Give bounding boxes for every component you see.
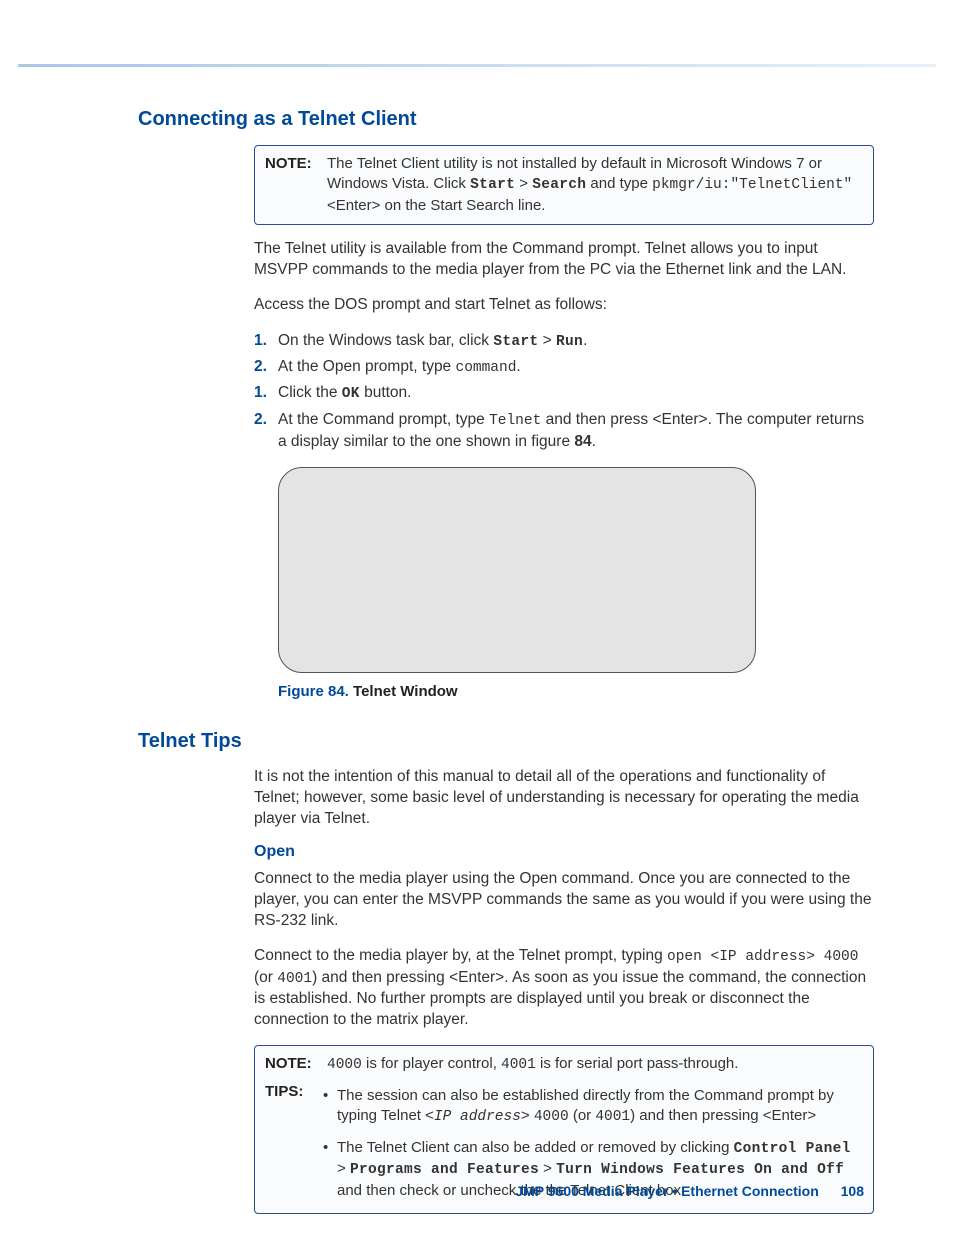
note-text-c: <Enter> on the Start Search line. <box>327 197 545 214</box>
content-area: Connecting as a Telnet Client NOTE: The … <box>138 108 878 1214</box>
t: Telnet <box>489 413 541 429</box>
t: (or <box>569 1107 596 1124</box>
step-num: 1. <box>254 382 278 404</box>
t: command <box>456 360 517 376</box>
paragraph-open-1: Connect to the media player using the Op… <box>254 869 874 932</box>
t: Run <box>556 334 583 350</box>
paragraph-tips-intro: It is not the intention of this manual t… <box>254 767 874 830</box>
t: On the Windows task bar, click <box>278 332 493 349</box>
t: . <box>592 433 596 450</box>
t: is for player control, <box>362 1055 501 1072</box>
note-box-1: NOTE: The Telnet Client utility is not i… <box>254 145 874 225</box>
top-rule <box>18 64 936 67</box>
t: > <box>337 1160 350 1177</box>
t: OK <box>342 386 360 402</box>
t: 4000 <box>534 1109 569 1125</box>
tips-label: TIPS: <box>265 1082 323 1205</box>
step-text: At the Command prompt, type Telnet and t… <box>278 409 874 453</box>
note-text-b: and type <box>586 175 652 192</box>
t: Connect to the media player by, at the T… <box>254 947 667 964</box>
note-search: Search <box>532 177 586 193</box>
bullet-icon: • <box>323 1086 337 1128</box>
t: 84 <box>574 433 591 450</box>
step-text: Click the OK button. <box>278 382 874 404</box>
step-3: 1. Click the OK button. <box>254 382 874 404</box>
t: Click the <box>278 384 342 401</box>
bullet-icon: • <box>323 1138 337 1201</box>
section-heading-telnet-tips: Telnet Tips <box>138 730 878 753</box>
t: Turn Windows Features On and Off <box>556 1162 844 1178</box>
step-text: At the Open prompt, type command. <box>278 356 874 378</box>
t: 4001 <box>277 971 312 987</box>
step-2: 2. At the Open prompt, type command. <box>254 356 874 378</box>
step-4: 2. At the Command prompt, type Telnet an… <box>254 409 874 453</box>
note-label-2: NOTE: <box>265 1054 327 1076</box>
note-gt: > <box>515 175 532 192</box>
t: 4001 <box>595 1109 630 1125</box>
t: Control Panel <box>734 1141 851 1157</box>
t: Start <box>493 334 538 350</box>
paragraph-intro-2: Access the DOS prompt and start Telnet a… <box>254 295 874 316</box>
t: button. <box>360 384 412 401</box>
step-1: 1. On the Windows task bar, click Start … <box>254 330 874 352</box>
t: > <box>538 332 556 349</box>
footer-text: JMP 9600 Media Player • Ethernet Connect… <box>515 1183 818 1199</box>
t: 4001 <box>501 1057 536 1073</box>
figure-title: Telnet Window <box>349 683 458 700</box>
t: > <box>539 1160 556 1177</box>
note-start: Start <box>470 177 515 193</box>
t: The Telnet Client can also be added or r… <box>337 1139 734 1156</box>
body-column-2: It is not the intention of this manual t… <box>254 767 874 1214</box>
note-cmd: pkmgr/iu:"TelnetClient" <box>652 177 852 193</box>
t: ) and then pressing <Enter> <box>630 1107 816 1124</box>
t: . <box>583 332 587 349</box>
tips-bullet-1: • The session can also be established di… <box>323 1086 863 1128</box>
body-column: NOTE: The Telnet Client utility is not i… <box>254 145 874 700</box>
t: > <box>521 1107 534 1124</box>
note-text: The Telnet Client utility is not install… <box>327 154 863 216</box>
t: IP address <box>434 1109 521 1125</box>
t: At the Command prompt, type <box>278 411 489 428</box>
t: open <IP address> 4000 <box>667 949 858 965</box>
figure-84-placeholder <box>278 467 756 673</box>
step-num: 2. <box>254 356 278 378</box>
bullet-text: The session can also be established dire… <box>337 1086 863 1128</box>
t: (or <box>254 969 277 986</box>
paragraph-intro-1: The Telnet utility is available from the… <box>254 239 874 281</box>
paragraph-open-2: Connect to the media player by, at the T… <box>254 946 874 1031</box>
figure-84-caption: Figure 84. Telnet Window <box>278 683 874 700</box>
t: 4000 <box>327 1057 362 1073</box>
section-heading-telnet-client: Connecting as a Telnet Client <box>138 108 878 131</box>
page: Connecting as a Telnet Client NOTE: The … <box>0 0 954 1235</box>
t: Programs and Features <box>350 1162 539 1178</box>
page-footer: JMP 9600 Media Player • Ethernet Connect… <box>515 1183 864 1199</box>
t: is for serial port pass-through. <box>536 1055 739 1072</box>
steps-list: 1. On the Windows task bar, click Start … <box>254 330 874 453</box>
page-number: 108 <box>841 1183 864 1199</box>
t: At the Open prompt, type <box>278 358 456 375</box>
t: ) and then pressing <Enter>. As soon as … <box>254 969 866 1028</box>
subheading-open: Open <box>254 843 874 861</box>
note-label: NOTE: <box>265 154 327 216</box>
step-num: 1. <box>254 330 278 352</box>
figure-number: Figure 84. <box>278 683 349 700</box>
t: . <box>516 358 520 375</box>
note-text-2: 4000 is for player control, 4001 is for … <box>327 1054 738 1076</box>
step-text: On the Windows task bar, click Start > R… <box>278 330 874 352</box>
step-num: 2. <box>254 409 278 453</box>
